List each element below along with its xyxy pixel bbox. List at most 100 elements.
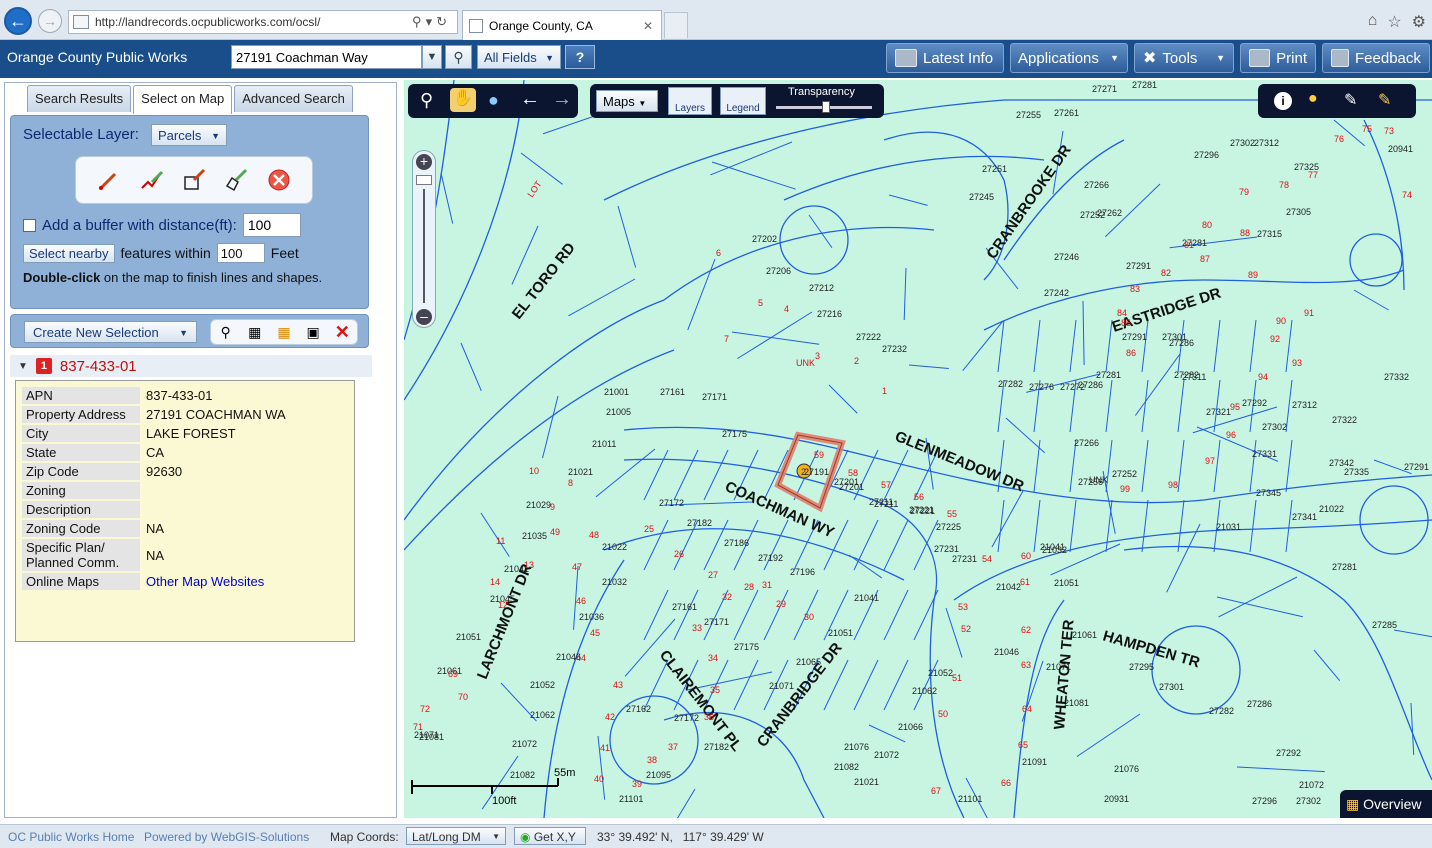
parcel-number: 27186 [724, 538, 749, 548]
parcel-number: 21036 [579, 612, 604, 622]
latest-info-button[interactable]: Latest Info [886, 43, 1004, 73]
tab-search-results[interactable]: Search Results [27, 85, 132, 112]
lot-number: 82 [1161, 268, 1171, 278]
info-key: Property Address [22, 406, 140, 423]
tab-select-on-map[interactable]: Select on Map [133, 85, 233, 114]
maps-select[interactable]: Maps ▼ [596, 90, 658, 112]
powered-by-link[interactable]: Powered by WebGIS-Solutions [144, 830, 309, 844]
layer-select[interactable]: Parcels ▼ [151, 124, 227, 146]
parcel-number: 21076 [844, 742, 869, 752]
pan-hand-icon[interactable]: ✋ [450, 88, 476, 112]
info-icon[interactable]: i [1274, 92, 1292, 110]
lot-number: 95 [1230, 402, 1240, 412]
transparency-slider-handle[interactable] [822, 101, 830, 113]
lot-number: 3 [815, 351, 820, 361]
lot-number: 50 [938, 709, 948, 719]
coords-readout: 33° 39.492' N, 117° 39.429' W [597, 830, 764, 844]
draw-point-icon[interactable] [96, 167, 122, 193]
create-selection-select[interactable]: Create New Selection ▼ [24, 321, 197, 343]
home-icon[interactable]: ⌂ [1368, 12, 1378, 32]
markup-icon[interactable]: ✎ [1378, 90, 1391, 110]
lot-number: 87 [1200, 254, 1210, 264]
fields-select[interactable]: All Fields ▼ [477, 45, 561, 69]
collapse-chevron-icon[interactable]: ▼ [18, 361, 28, 372]
page-icon [73, 15, 89, 29]
settings-gear-icon[interactable]: ⚙ [1412, 12, 1426, 32]
target-icon: ◉ [520, 830, 531, 844]
previous-extent-icon[interactable]: ← [520, 88, 540, 111]
search-dropdown-button[interactable]: ▼ [422, 45, 442, 69]
search-go-button[interactable]: ⚲ [445, 45, 472, 69]
lot-number: 27 [708, 570, 718, 580]
table-icon[interactable]: ▦ [246, 323, 264, 341]
tools-button[interactable]: ✖ Tools ▼ [1134, 43, 1234, 73]
buffer-row: Add a buffer with distance(ft): 100 [23, 213, 301, 237]
lot-number: 28 [744, 582, 754, 592]
coord-mode-select[interactable]: Lat/Long DM ▼ [406, 827, 506, 845]
new-tab-button[interactable] [664, 12, 688, 38]
identify-people-icon[interactable]: ● [1308, 90, 1318, 108]
clear-selection-icon[interactable] [266, 167, 292, 193]
lot-number: 39 [632, 779, 642, 789]
zoom-in-button[interactable]: + [416, 154, 432, 170]
zoom-slider[interactable]: + – [412, 150, 436, 328]
close-tab-icon[interactable]: ✕ [643, 19, 653, 33]
transparency-label: Transparency [788, 86, 855, 98]
parcel-number: 27202 [752, 234, 777, 244]
overview-button[interactable]: ▦ Overview [1340, 790, 1432, 818]
window-icon[interactable]: ▣ [304, 323, 322, 341]
full-extent-globe-icon[interactable]: ● [488, 90, 499, 111]
search-refresh-icons[interactable]: ⚲▾↻ [412, 14, 451, 30]
oc-home-link[interactable]: OC Public Works Home [8, 830, 134, 844]
unk-label-2: UNK [1089, 475, 1108, 485]
print-button[interactable]: Print [1240, 43, 1316, 73]
parcel-number: 27272 [1060, 382, 1085, 392]
zoom-to-selection-icon[interactable]: ⚲ [217, 323, 235, 341]
parcel-number: 27341 [1292, 512, 1317, 522]
forward-button[interactable]: → [38, 9, 62, 33]
chevron-down-icon: ▼ [638, 99, 647, 108]
browser-tab[interactable]: Orange County, CA ✕ [462, 10, 662, 40]
delete-selection-icon[interactable]: ✕ [333, 322, 351, 342]
next-extent-icon[interactable]: → [552, 88, 572, 111]
buffer-checkbox[interactable] [23, 218, 36, 232]
browser-icons: ⌂ ☆ ⚙ [1368, 12, 1426, 32]
parcel-number: 21051 [828, 628, 853, 638]
address-bar[interactable]: http://landrecords.ocpublicworks.com/ocs… [68, 10, 458, 34]
zoom-out-button[interactable]: – [416, 309, 432, 325]
info-value: NA [146, 547, 165, 563]
lot-number: 97 [1205, 456, 1215, 466]
feedback-button[interactable]: Feedback [1322, 43, 1430, 73]
help-button[interactable]: ? [565, 45, 595, 69]
layer-select-value: Parcels [158, 128, 202, 143]
export-icon[interactable]: ▦ [275, 323, 293, 341]
parcel-number: 21061 [1072, 630, 1097, 640]
map-view[interactable]: 2 EL TORO RD CRANBROOKE DR EASTRIDGE DR GLE… [404, 80, 1432, 818]
zoom-slider-handle[interactable] [416, 175, 432, 185]
parcel-number: 27182 [687, 518, 712, 528]
back-button[interactable]: ← [4, 7, 32, 35]
result-header[interactable]: ▼ 1 837-433-01 [10, 355, 372, 377]
draw-rectangle-icon[interactable] [181, 167, 207, 193]
buffer-distance-input[interactable]: 100 [242, 213, 301, 237]
parcel-number: 27311 [1182, 372, 1206, 382]
result-apn[interactable]: 837-433-01 [60, 358, 137, 375]
other-map-websites-link[interactable]: Other Map Websites [146, 574, 264, 589]
zoom-in-icon[interactable]: ⚲ [420, 90, 433, 111]
nearby-distance-input[interactable]: 100 [216, 243, 265, 263]
layers-button[interactable]: Layers [668, 87, 712, 115]
favorites-icon[interactable]: ☆ [1387, 12, 1401, 32]
info-key: Zoning [22, 482, 140, 499]
lot-number: 99 [1120, 484, 1130, 494]
get-xy-button[interactable]: ◉ Get X,Y [514, 827, 586, 845]
search-input[interactable]: 27191 Coachman Way [231, 45, 422, 69]
tab-advanced-search[interactable]: Advanced Search [234, 85, 353, 112]
table-row: Property Address 27191 COACHMAN WA [22, 406, 352, 423]
applications-button[interactable]: Applications ▼ [1010, 43, 1128, 73]
select-nearby-button[interactable]: Select nearby [23, 243, 115, 263]
measure-icon[interactable]: ✎ [1344, 90, 1357, 110]
draw-line-icon[interactable] [139, 167, 165, 193]
legend-button[interactable]: Legend [720, 87, 766, 115]
parcel-map[interactable]: 2 EL TORO RDCRANBROOKE DREASTRIDGE DRGLE… [404, 80, 1432, 818]
draw-polygon-icon[interactable] [223, 167, 249, 193]
